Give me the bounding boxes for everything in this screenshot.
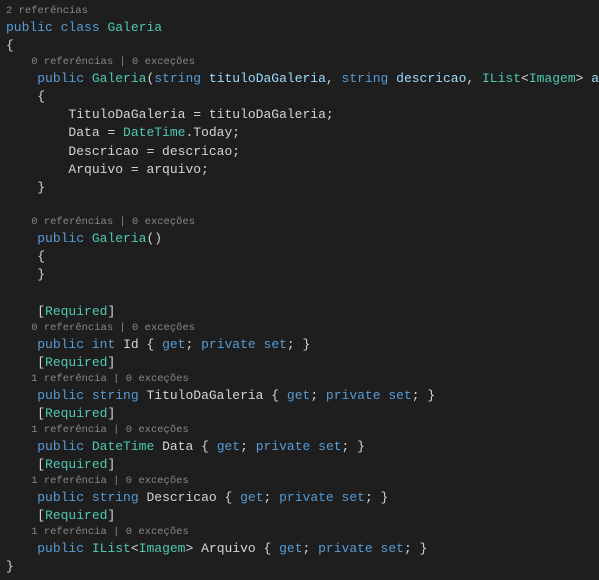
code-line: public Galeria(string tituloDaGaleria, s… [6,70,593,88]
blank-line [6,197,593,215]
code-line: [Required] [6,507,593,525]
code-line: TituloDaGaleria = tituloDaGaleria; [6,106,593,124]
keyword-public: public [6,20,53,35]
codelens-data[interactable]: 1 referência | 0 exceções [6,423,593,438]
code-line: [Required] [6,456,593,474]
brace-open: { [6,248,593,266]
codelens-titulo[interactable]: 1 referência | 0 exceções [6,372,593,387]
brace-open: { [6,88,593,106]
code-line: Arquivo = arquivo; [6,161,593,179]
codelens-class[interactable]: 2 referências [6,4,593,19]
attribute-required: Required [45,457,107,472]
code-line: public Galeria() [6,230,593,248]
attribute-required: Required [45,304,107,319]
code-line: public DateTime Data { get; private set;… [6,438,593,456]
code-editor[interactable]: 2 referências public class Galeria { 0 r… [0,0,599,580]
attribute-required: Required [45,355,107,370]
code-line: [Required] [6,354,593,372]
codelens-ctor2[interactable]: 0 referências | 0 exceções [6,215,593,230]
code-line: [Required] [6,303,593,321]
codelens-arquivo[interactable]: 1 referência | 0 exceções [6,525,593,540]
brace-close: } [6,179,593,197]
codelens-descricao[interactable]: 1 referência | 0 exceções [6,474,593,489]
codelens-ctor1[interactable]: 0 referências | 0 exceções [6,55,593,70]
code-line: Descricao = descricao; [6,143,593,161]
code-line: public IList<Imagem> Arquivo { get; priv… [6,540,593,558]
brace-close: } [6,558,593,576]
code-line: public class Galeria [6,19,593,37]
code-line: Data = DateTime.Today; [6,124,593,142]
code-line: public string Descricao { get; private s… [6,489,593,507]
attribute-required: Required [45,508,107,523]
brace-close: } [6,266,593,284]
keyword-class: class [61,20,100,35]
code-line: public string TituloDaGaleria { get; pri… [6,387,593,405]
brace-open: { [6,37,593,55]
blank-line [6,285,593,303]
code-line: public int Id { get; private set; } [6,336,593,354]
attribute-required: Required [45,406,107,421]
code-line: [Required] [6,405,593,423]
class-name: Galeria [107,20,162,35]
codelens-id[interactable]: 0 referências | 0 exceções [6,321,593,336]
